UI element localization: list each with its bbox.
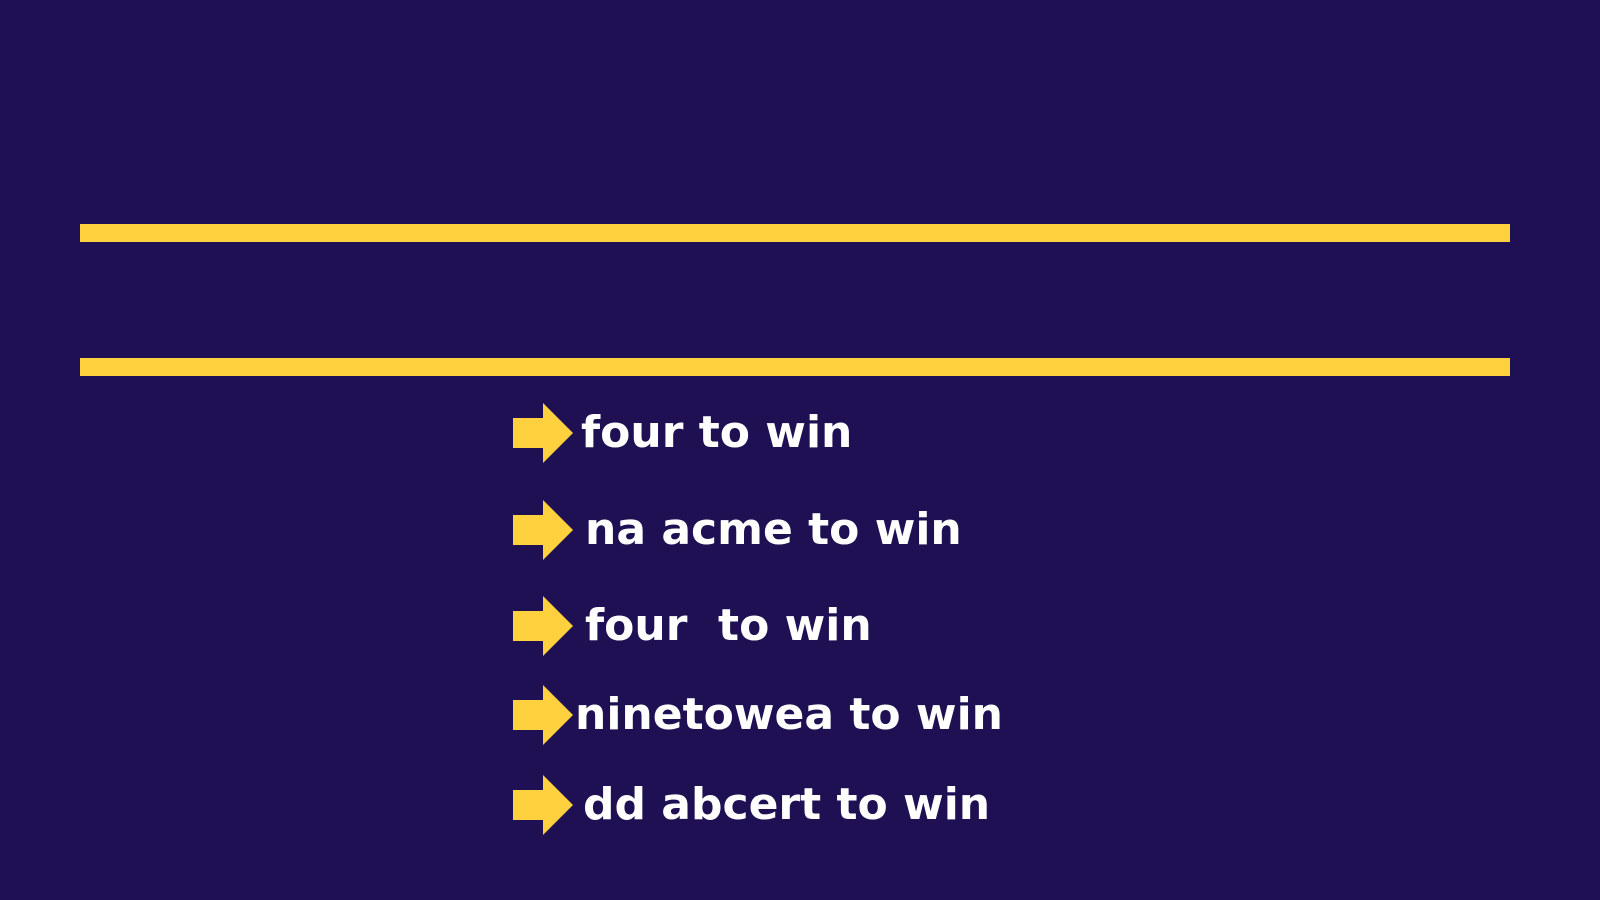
list-item-label: four to win xyxy=(581,407,853,458)
list-item-label: four to win xyxy=(585,600,872,651)
slide: four to win na acme to win four to win n… xyxy=(0,0,1600,900)
list-item: na acme to win xyxy=(513,500,962,560)
top-divider xyxy=(80,224,1510,242)
arrow-right-icon xyxy=(513,500,573,560)
arrow-right-icon xyxy=(513,775,573,835)
list-item-label: ninetowea to win xyxy=(575,689,1003,740)
list-item-label: na acme to win xyxy=(585,504,962,555)
list-item-label: dd abcert to win xyxy=(583,779,991,830)
list-item: ninetowea to win xyxy=(513,685,1003,745)
list-item: dd abcert to win xyxy=(513,775,990,835)
arrow-right-icon xyxy=(513,596,573,656)
list-item: four to win xyxy=(513,596,872,656)
bottom-divider xyxy=(80,358,1510,376)
list-item: four to win xyxy=(513,403,852,463)
arrow-right-icon xyxy=(513,403,573,463)
arrow-right-icon xyxy=(513,685,573,745)
